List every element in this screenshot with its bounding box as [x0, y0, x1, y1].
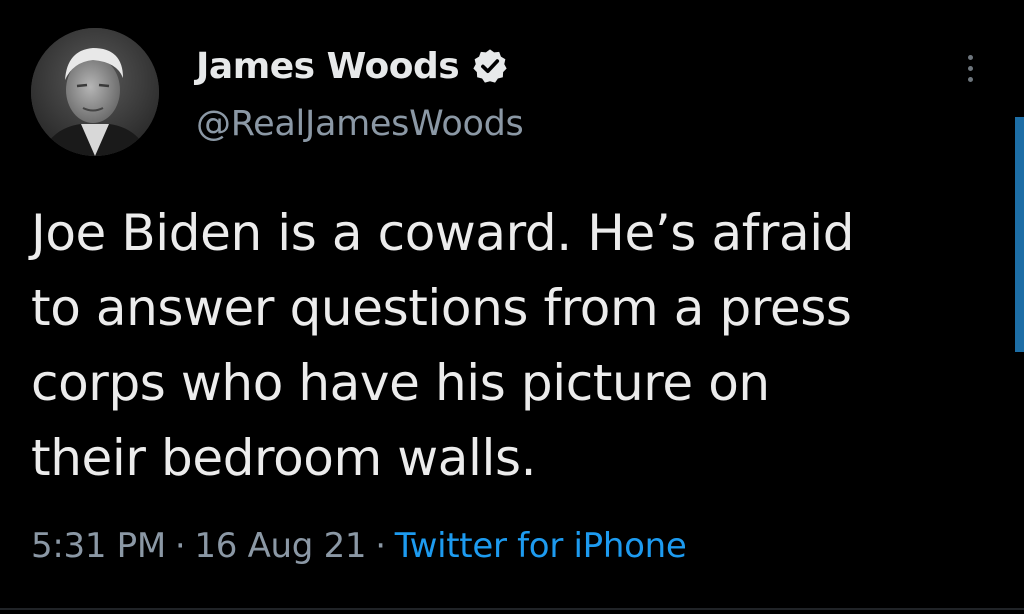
verified-badge-icon: [471, 47, 509, 85]
meta-separator: ·: [174, 526, 186, 566]
tweet-meta: 5:31 PM · 16 Aug 21 · Twitter for iPhone: [31, 526, 687, 566]
tweet-date[interactable]: 16 Aug 21: [194, 526, 366, 566]
author-display-name[interactable]: James Woods: [196, 46, 460, 87]
divider: [0, 608, 1024, 610]
tweet-source-link[interactable]: Twitter for iPhone: [395, 526, 687, 566]
scrollbar[interactable]: [1015, 117, 1024, 352]
author-handle[interactable]: @RealJamesWoods: [196, 104, 524, 144]
more-options-icon[interactable]: [952, 46, 988, 90]
avatar[interactable]: [31, 28, 159, 156]
tweet-time[interactable]: 5:31 PM: [31, 526, 166, 566]
author-name-row: James Woods: [196, 38, 509, 94]
meta-separator: ·: [375, 526, 386, 566]
more-dot: [967, 54, 973, 60]
tweet-card: James Woods @RealJamesWoods Joe Biden is…: [0, 0, 1024, 614]
more-dot: [967, 76, 973, 82]
tweet-text: Joe Biden is a coward. He’s afraid to an…: [31, 204, 855, 487]
more-dot: [967, 65, 973, 71]
